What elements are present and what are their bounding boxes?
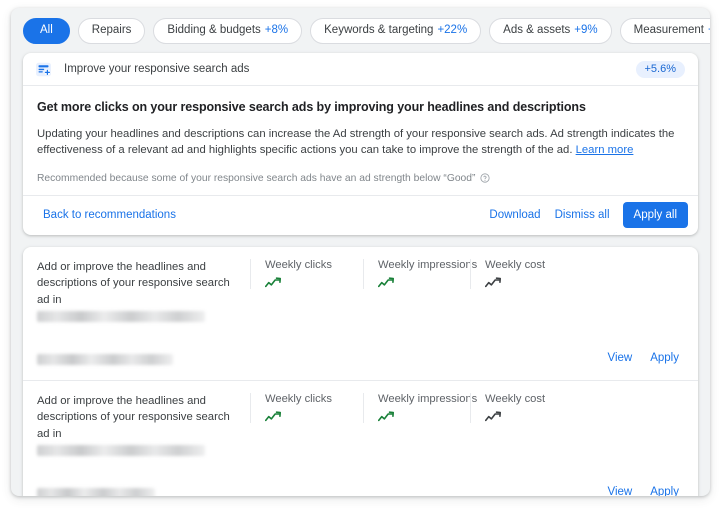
trend-up-arrow-icon [378, 277, 456, 289]
detail-card-score-badge: +5.6% [636, 61, 686, 78]
row-footer-label [37, 485, 187, 496]
trend-up-arrow-icon [485, 277, 576, 289]
metric-weekly-clicks: Weekly clicks [250, 259, 363, 289]
download-button[interactable]: Download [482, 204, 547, 226]
responsive-search-ad-icon [35, 61, 52, 78]
trend-up-arrow-icon [378, 411, 456, 423]
detail-card-headline: Get more clicks on your responsive searc… [37, 100, 684, 114]
detail-card-header: Improve your responsive search ads +5.6% [23, 53, 698, 86]
recommendation-detail-card: Improve your responsive search ads +5.6%… [23, 53, 698, 235]
recommendation-list-card: Add or improve the headlines and descrip… [23, 247, 698, 496]
redacted-ad-group-name [37, 445, 205, 456]
recommendation-row: Add or improve the headlines and descrip… [23, 247, 698, 381]
metric-weekly-clicks: Weekly clicks [250, 393, 363, 423]
chip-label: Ads & assets [503, 25, 570, 37]
metric-label: Weekly cost [485, 393, 576, 405]
filter-chip-all[interactable]: All [23, 18, 70, 44]
metric-label: Weekly cost [485, 259, 576, 271]
row-footer-label [37, 351, 187, 365]
help-circle-icon[interactable] [480, 173, 490, 183]
metric-label: Weekly clicks [265, 259, 349, 271]
recommendation-row: Add or improve the headlines and descrip… [23, 381, 698, 496]
row-description-text: Add or improve the headlines and descrip… [37, 395, 230, 440]
chip-label: Keywords & targeting [324, 25, 433, 37]
chip-label: All [40, 25, 53, 37]
filter-chip-keywords-targeting[interactable]: Keywords & targeting +22% [310, 18, 481, 44]
chip-delta: +9% [574, 25, 597, 37]
redacted-ad-group-name [37, 311, 205, 322]
detail-card-body: Get more clicks on your responsive searc… [23, 86, 698, 184]
metric-label: Weekly impressions [378, 259, 456, 271]
chip-delta: +6% [708, 25, 710, 37]
row-top: Add or improve the headlines and descrip… [23, 259, 698, 322]
apply-button[interactable]: Apply [641, 481, 688, 496]
view-button[interactable]: View [599, 347, 642, 369]
apply-all-button[interactable]: Apply all [623, 202, 688, 228]
row-description: Add or improve the headlines and descrip… [37, 259, 250, 322]
row-description: Add or improve the headlines and descrip… [37, 393, 250, 456]
redacted-campaign-name [37, 354, 173, 365]
metric-weekly-cost: Weekly cost [470, 393, 590, 423]
row-top: Add or improve the headlines and descrip… [23, 393, 698, 456]
filter-chip-ads-assets[interactable]: Ads & assets +9% [489, 18, 611, 44]
dismiss-all-button[interactable]: Dismiss all [548, 204, 617, 226]
metric-weekly-cost: Weekly cost [470, 259, 590, 289]
trend-up-arrow-icon [485, 411, 576, 423]
chip-delta: +8% [265, 25, 288, 37]
learn-more-link[interactable]: Learn more [576, 144, 634, 156]
metric-weekly-impressions: Weekly impressions [363, 393, 470, 423]
detail-card-description: Updating your headlines and descriptions… [37, 126, 684, 159]
apply-button[interactable]: Apply [641, 347, 688, 369]
chip-label: Repairs [92, 25, 132, 37]
back-to-recommendations-button[interactable]: Back to recommendations [36, 204, 183, 226]
row-description-text: Add or improve the headlines and descrip… [37, 261, 230, 306]
chip-label: Bidding & budgets [167, 25, 260, 37]
page-root: All Repairs Bidding & budgets +8% Keywords &… [0, 0, 720, 510]
reason-text: Recommended because some of your respons… [37, 173, 475, 184]
row-footer: ViewApply [23, 470, 698, 496]
recommendation-reason: Recommended because some of your respons… [37, 173, 684, 184]
metric-label: Weekly clicks [265, 393, 349, 405]
recommendations-surface: All Repairs Bidding & budgets +8% Keywords &… [11, 8, 710, 496]
chip-label: Measurement [634, 25, 704, 37]
detail-card-title: Improve your responsive search ads [64, 63, 636, 75]
metric-weekly-impressions: Weekly impressions [363, 259, 470, 289]
filter-chip-measurement[interactable]: Measurement +6% [620, 18, 710, 44]
filter-chip-repairs[interactable]: Repairs [78, 18, 146, 44]
detail-card-actions: Back to recommendations Download Dismiss… [23, 195, 698, 235]
trend-up-arrow-icon [265, 277, 349, 289]
redacted-campaign-name [37, 488, 155, 496]
metric-label: Weekly impressions [378, 393, 456, 405]
chip-delta: +22% [437, 25, 467, 37]
filter-chip-bar: All Repairs Bidding & budgets +8% Keywords &… [11, 8, 710, 53]
trend-up-arrow-icon [265, 411, 349, 423]
filter-chip-bidding-budgets[interactable]: Bidding & budgets +8% [153, 18, 302, 44]
row-footer: ViewApply [23, 336, 698, 380]
view-button[interactable]: View [599, 481, 642, 496]
